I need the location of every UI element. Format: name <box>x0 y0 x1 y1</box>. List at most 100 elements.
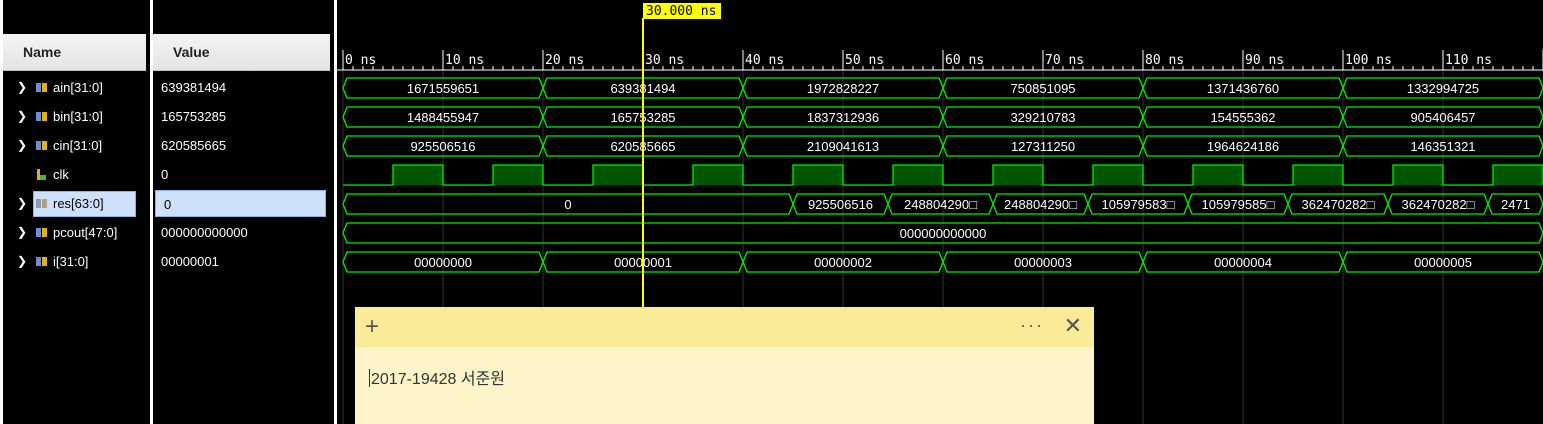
bus-value-label: 00000000 <box>414 255 472 270</box>
signal-value[interactable]: 165753285 <box>153 102 330 131</box>
clk-high-fill <box>1393 165 1443 185</box>
value-column-panel: Value 639381494 165753285 620585665 0 0 00000… <box>150 0 330 424</box>
clk-high-fill <box>393 165 443 185</box>
signal-name: bin[31:0] <box>53 109 103 124</box>
close-icon[interactable]: ✕ <box>1064 313 1082 339</box>
value-panel-header-spacer <box>153 0 330 34</box>
expand-chevron-icon[interactable]: ❯ <box>17 218 27 247</box>
bus-value-label: 925506516 <box>808 197 873 212</box>
signal-value[interactable]: 0 <box>153 160 330 189</box>
bus-icon <box>36 199 47 208</box>
time-axis-label: 90 ns <box>1245 53 1284 68</box>
sticky-note-toolbar: + ··· ✕ <box>355 307 1094 347</box>
signal-row-res[interactable]: ❯ res[63:0] <box>3 189 146 218</box>
bus-value-label: 000000000000 <box>900 226 987 241</box>
signal-name: cin[31:0] <box>53 138 103 153</box>
bus-value-label: 1964624186 <box>1207 139 1279 154</box>
signal-name: ain[31:0] <box>53 80 103 95</box>
signal-row-pcout[interactable]: ❯ pcout[47:0] <box>3 218 146 247</box>
signal-row-clk[interactable]: clk <box>3 160 146 189</box>
bus-value-label: 925506516 <box>410 139 475 154</box>
bus-icon <box>36 228 47 237</box>
time-axis-label: 40 ns <box>745 53 784 68</box>
expand-chevron-icon[interactable]: ❯ <box>17 189 27 218</box>
bus-value-label: 905406457 <box>1410 110 1475 125</box>
bus-value-label: 329210783 <box>1010 110 1075 125</box>
signal-row-bin[interactable]: ❯ bin[31:0] <box>3 102 146 131</box>
clk-high-fill <box>493 165 543 185</box>
bus-value-label: 105979585□ <box>1202 197 1275 212</box>
time-axis-label: 10 ns <box>445 53 484 68</box>
clk-high-fill <box>593 165 643 185</box>
bus-value-label: 00000003 <box>1014 255 1072 270</box>
signal-name: clk <box>53 167 69 182</box>
time-axis-label: 0 ns <box>345 53 376 68</box>
bus-value-label: 1332994725 <box>1407 81 1479 96</box>
clk-high-fill <box>993 165 1043 185</box>
signal-name: i[31:0] <box>53 254 89 269</box>
bus-value-label: 248804290□ <box>904 197 977 212</box>
bus-icon <box>36 257 47 266</box>
time-axis-label: 60 ns <box>945 53 984 68</box>
clk-high-fill <box>693 165 743 185</box>
bus-value-label: 146351321 <box>1410 139 1475 154</box>
bus-value-label: 1488455947 <box>407 110 479 125</box>
bus-value-label: 0 <box>564 197 571 212</box>
bus-value-label: 1837312936 <box>807 110 879 125</box>
bus-value-label: 105979583□ <box>1102 197 1175 212</box>
expand-chevron-icon[interactable]: ❯ <box>17 73 27 102</box>
more-icon[interactable]: ··· <box>1020 315 1044 336</box>
signal-name: res[63:0] <box>53 196 104 211</box>
bus-value-label: 362470282□ <box>1302 197 1375 212</box>
time-axis-label: 70 ns <box>1045 53 1084 68</box>
time-axis-label: 110 ns <box>1445 53 1492 68</box>
signal-value[interactable]: 00000001 <box>153 247 330 276</box>
time-axis-label: 80 ns <box>1145 53 1184 68</box>
plus-icon[interactable]: + <box>365 313 379 341</box>
signal-value[interactable]: 000000000000 <box>153 218 330 247</box>
bus-value-label: 2471 <box>1501 197 1530 212</box>
bus-value-label: 248804290□ <box>1004 197 1077 212</box>
signal-row-cin[interactable]: ❯ cin[31:0] <box>3 131 146 160</box>
signal-value[interactable]: 620585665 <box>153 131 330 160</box>
bus-value-label: 362470282□ <box>1402 197 1475 212</box>
name-column-header[interactable]: Name <box>3 34 146 71</box>
expand-chevron-icon[interactable]: ❯ <box>17 102 27 131</box>
expand-chevron-icon[interactable]: ❯ <box>17 247 27 276</box>
value-column-header[interactable]: Value <box>153 34 330 71</box>
expand-chevron-icon[interactable]: ❯ <box>17 131 27 160</box>
clk-high-fill <box>1093 165 1143 185</box>
bus-value-label: 750851095 <box>1010 81 1075 96</box>
bus-value-label: 00000004 <box>1214 255 1272 270</box>
time-axis-label: 100 ns <box>1345 53 1392 68</box>
bus-value-label: 127311250 <box>1011 139 1075 154</box>
clk-high-fill <box>1493 165 1543 185</box>
signal-value-list: 639381494 165753285 620585665 0 0 00000000000… <box>153 73 330 276</box>
bus-value-label: 1371436760 <box>1207 81 1279 96</box>
clk-high-fill <box>893 165 943 185</box>
sticky-note-text-area[interactable]: 2017-19428 서준원 <box>369 365 505 389</box>
time-axis-label: 50 ns <box>845 53 884 68</box>
bus-icon <box>36 83 47 92</box>
time-cursor-label: 30.000 ns <box>646 4 716 19</box>
clk-high-fill <box>793 165 843 185</box>
signal-value[interactable]: 639381494 <box>153 73 330 102</box>
bus-value-label: 1671559651 <box>407 81 479 96</box>
bus-icon <box>36 141 47 150</box>
name-column-panel: Name ❯ ain[31:0] ❯ bin[31:0] ❯ cin[31:0] clk ❯ r… <box>0 0 146 424</box>
signal-name: pcout[47:0] <box>53 225 118 240</box>
time-axis-label: 30 ns <box>645 53 684 68</box>
signal-value[interactable]: 0 <box>155 190 326 217</box>
clk-high-fill <box>1193 165 1243 185</box>
sticky-note-text: 2017-19428 서준원 <box>371 371 506 388</box>
text-caret <box>369 369 370 387</box>
sticky-note[interactable]: + ··· ✕ 2017-19428 서준원 <box>355 307 1094 424</box>
time-axis-label: 20 ns <box>545 53 584 68</box>
clk-high-fill <box>1293 165 1343 185</box>
bus-value-label: 154555362 <box>1210 110 1275 125</box>
bus-value-label: 1972828227 <box>807 81 879 96</box>
signal-row-ain[interactable]: ❯ ain[31:0] <box>3 73 146 102</box>
bus-value-label: 00000002 <box>814 255 872 270</box>
signal-row-i[interactable]: ❯ i[31:0] <box>3 247 146 276</box>
bus-value-label: 00000005 <box>1414 255 1472 270</box>
